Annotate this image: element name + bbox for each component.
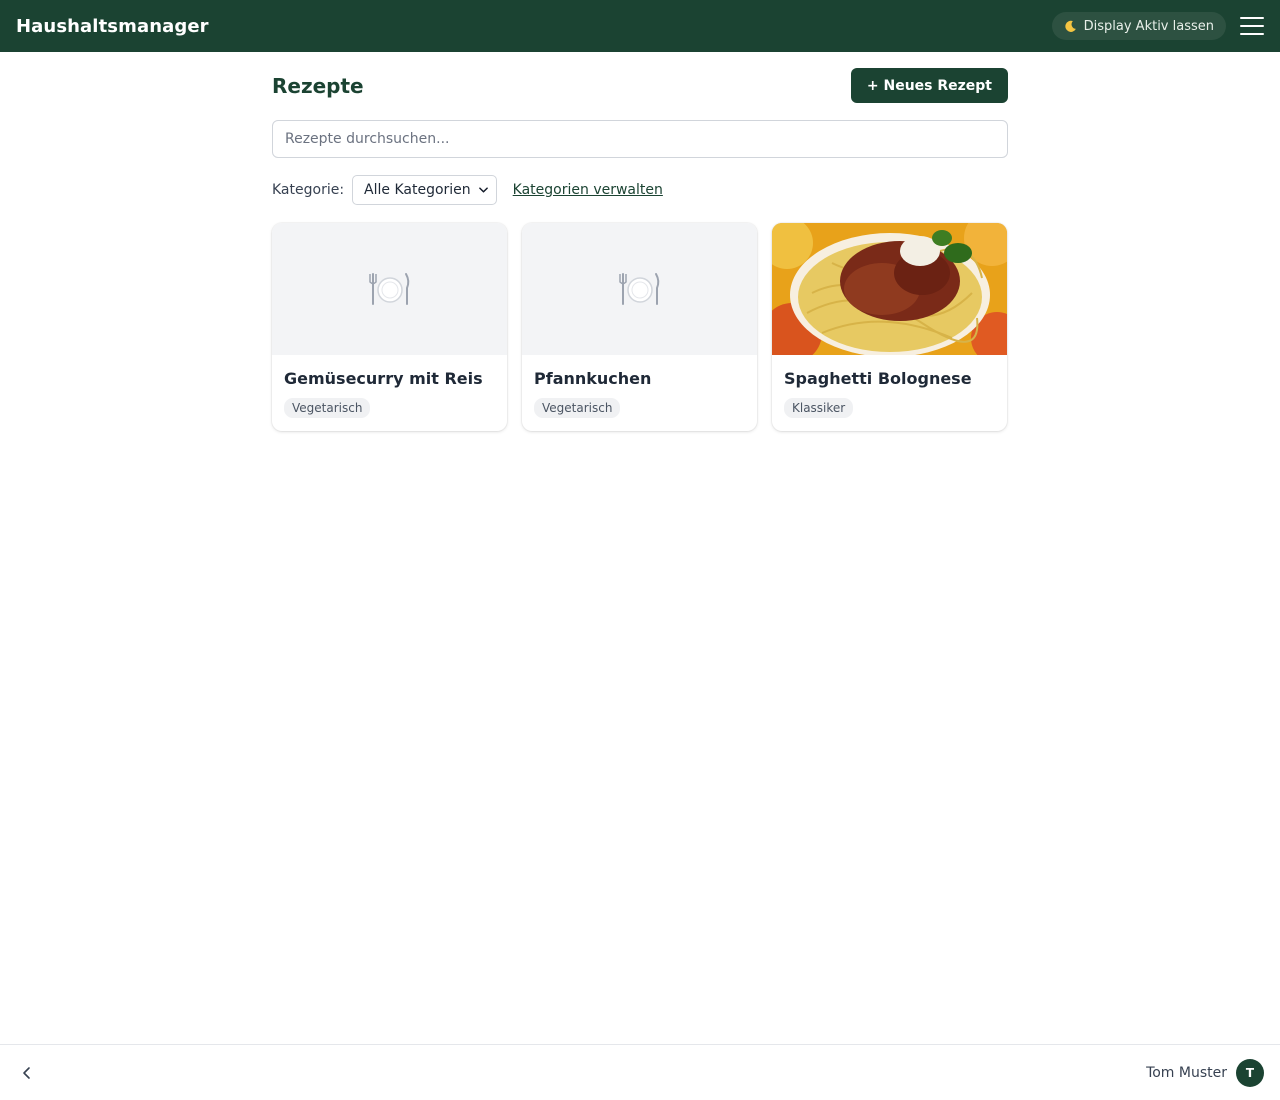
manage-categories-link[interactable]: Kategorien verwalten — [513, 182, 663, 198]
recipe-card[interactable]: Pfannkuchen Vegetarisch — [522, 223, 757, 431]
user-name: Tom Muster — [1146, 1064, 1227, 1081]
spaghetti-photo — [772, 223, 1007, 355]
top-bar: Haushaltsmanager Display Aktiv lassen — [0, 0, 1280, 52]
recipe-category-badge: Vegetarisch — [534, 398, 621, 418]
top-bar-actions: Display Aktiv lassen — [1051, 12, 1264, 40]
app-title[interactable]: Haushaltsmanager — [16, 16, 209, 37]
recipe-category-badge: Vegetarisch — [284, 398, 371, 418]
chevron-left-icon[interactable] — [20, 1066, 34, 1080]
recipe-card-body: Spaghetti Bolognese Klassiker — [772, 355, 1007, 431]
avatar: T — [1236, 1058, 1264, 1087]
page-title: Rezepte — [272, 73, 364, 98]
recipe-image-placeholder — [522, 223, 757, 355]
category-filter-label: Kategorie: — [272, 182, 345, 198]
plate-placeholder-icon — [368, 273, 409, 305]
user-menu[interactable]: Tom Muster T — [1146, 1058, 1264, 1087]
hamburger-line — [1240, 33, 1264, 35]
moon-icon — [1064, 20, 1076, 32]
recipe-grid: Gemüsecurry mit Reis Vegetarisch Pfannku… — [272, 223, 1008, 431]
chevron-down-icon — [478, 187, 488, 193]
plate-placeholder-icon — [618, 273, 659, 305]
recipe-category-badge: Klassiker — [784, 398, 854, 418]
hamburger-line — [1240, 17, 1264, 19]
recipe-title: Gemüsecurry mit Reis — [284, 369, 483, 388]
page-header: Rezepte + Neues Rezept — [272, 68, 1008, 103]
recipe-card-body: Pfannkuchen Vegetarisch — [522, 355, 757, 431]
recipe-card[interactable]: Gemüsecurry mit Reis Vegetarisch — [272, 223, 507, 431]
recipe-title: Spaghetti Bolognese — [784, 369, 972, 388]
recipes-main: Rezepte + Neues Rezept Kategorie: Alle K… — [272, 52, 1008, 431]
category-filter-row: Kategorie: Alle Kategorien Kategorien ve… — [272, 174, 1008, 206]
hamburger-icon[interactable] — [1240, 17, 1264, 35]
new-recipe-button[interactable]: + Neues Rezept — [850, 68, 1008, 103]
recipe-card[interactable]: Spaghetti Bolognese Klassiker — [772, 223, 1007, 431]
display-wake-lock-button[interactable]: Display Aktiv lassen — [1051, 12, 1226, 40]
recipe-title: Pfannkuchen — [534, 369, 652, 388]
recipe-card-body: Gemüsecurry mit Reis Vegetarisch — [272, 355, 507, 431]
category-select-value: Alle Kategorien — [364, 182, 471, 198]
spaghetti-bolognese-image — [772, 223, 1007, 355]
recipe-search-input[interactable] — [272, 120, 1008, 158]
bottom-bar: Tom Muster T — [0, 1044, 1280, 1100]
wake-lock-label: Display Aktiv lassen — [1083, 18, 1214, 34]
recipe-image-placeholder — [272, 223, 507, 355]
hamburger-line — [1240, 25, 1264, 27]
category-select[interactable]: Alle Kategorien — [352, 175, 497, 205]
